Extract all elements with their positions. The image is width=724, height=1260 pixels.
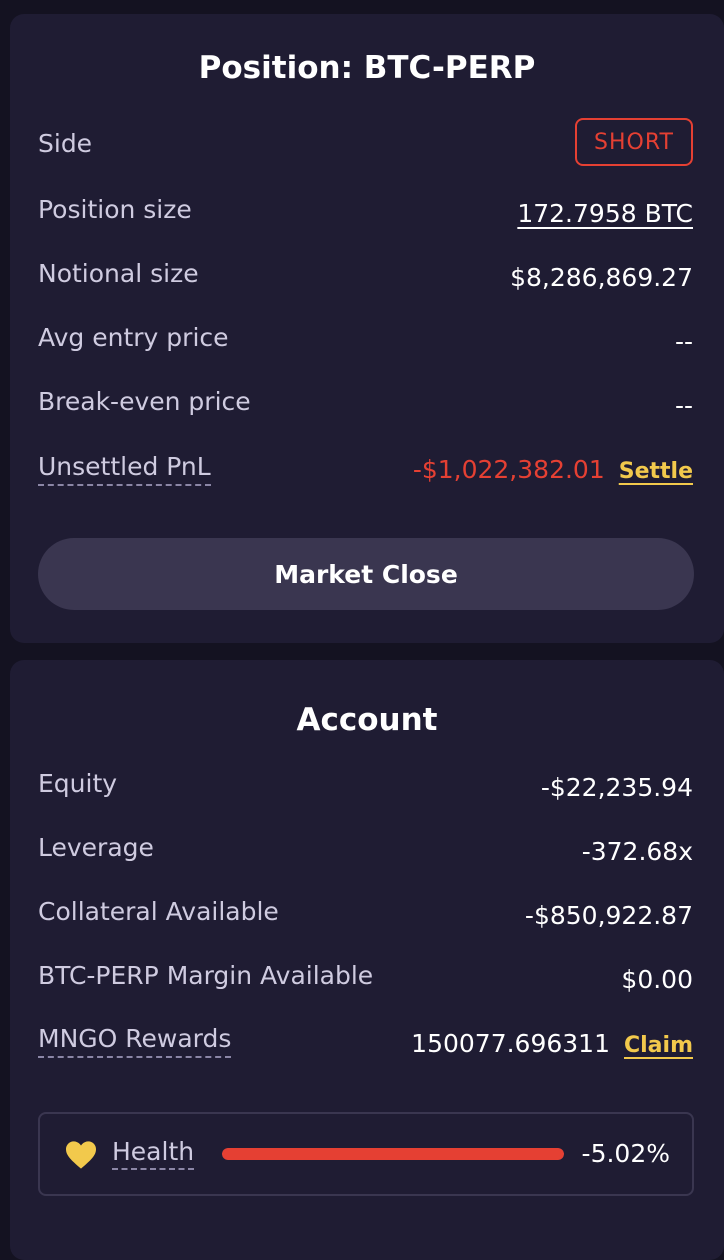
break-even-value: -- [674, 391, 693, 420]
margin-label: BTC-PERP Margin Available [38, 961, 374, 990]
health-label[interactable]: Health [112, 1136, 195, 1170]
break-even-row: Break-even price -- [38, 382, 693, 422]
account-card: Account Equity -$22,235.94 Leverage -372… [10, 660, 724, 1260]
leverage-row: Leverage -372.68x [38, 828, 693, 868]
position-size-value[interactable]: 172.7958 BTC [517, 194, 693, 234]
collateral-value: -$850,922.87 [524, 901, 693, 930]
side-badge: SHORT [575, 118, 693, 166]
health-bar-fill [222, 1148, 564, 1160]
unsettled-pnl-label[interactable]: Unsettled PnL [38, 450, 211, 486]
rewards-group: 150077.696311 Claim [411, 1024, 693, 1066]
position-size-label: Position size [38, 195, 192, 224]
health-panel: Health -5.02% [38, 1112, 694, 1196]
avg-entry-label: Avg entry price [38, 323, 229, 352]
health-value: -5.02% [581, 1139, 670, 1168]
equity-row: Equity -$22,235.94 [38, 764, 693, 804]
equity-label: Equity [38, 769, 118, 798]
notional-size-label: Notional size [38, 259, 199, 288]
equity-value: -$22,235.94 [540, 773, 693, 802]
unsettled-pnl-group: -$1,022,382.01 Settle [413, 450, 693, 492]
side-label: Side [38, 129, 93, 158]
collateral-label: Collateral Available [38, 897, 279, 926]
heart-icon [66, 1141, 96, 1169]
health-bar [222, 1148, 564, 1160]
rewards-value: 150077.696311 [411, 1029, 610, 1058]
account-title: Account [296, 702, 438, 738]
position-size-row: Position size 172.7958 BTC [38, 190, 693, 230]
claim-button[interactable]: Claim [624, 1033, 693, 1058]
market-close-button[interactable]: Market Close [38, 538, 694, 610]
rewards-row: MNGO Rewards 150077.696311 Claim [38, 1022, 693, 1062]
settle-button[interactable]: Settle [619, 459, 693, 484]
position-card: Position: BTC-PERP Side SHORT Position s… [10, 14, 724, 643]
notional-size-row: Notional size $8,286,869.27 [38, 254, 693, 294]
rewards-label[interactable]: MNGO Rewards [38, 1022, 232, 1058]
side-row: Side SHORT [38, 118, 693, 166]
unsettled-pnl-value: -$1,022,382.01 [412, 455, 605, 484]
margin-row: BTC-PERP Margin Available $0.00 [38, 956, 693, 996]
notional-size-value: $8,286,869.27 [510, 263, 693, 292]
leverage-value: -372.68x [581, 837, 693, 866]
avg-entry-value: -- [674, 327, 693, 356]
avg-entry-row: Avg entry price -- [38, 318, 693, 358]
margin-value: $0.00 [621, 965, 693, 994]
leverage-label: Leverage [38, 833, 154, 862]
collateral-row: Collateral Available -$850,922.87 [38, 892, 693, 932]
position-title: Position: BTC-PERP [198, 50, 536, 86]
unsettled-pnl-row: Unsettled PnL -$1,022,382.01 Settle [38, 450, 693, 490]
break-even-label: Break-even price [38, 387, 251, 416]
